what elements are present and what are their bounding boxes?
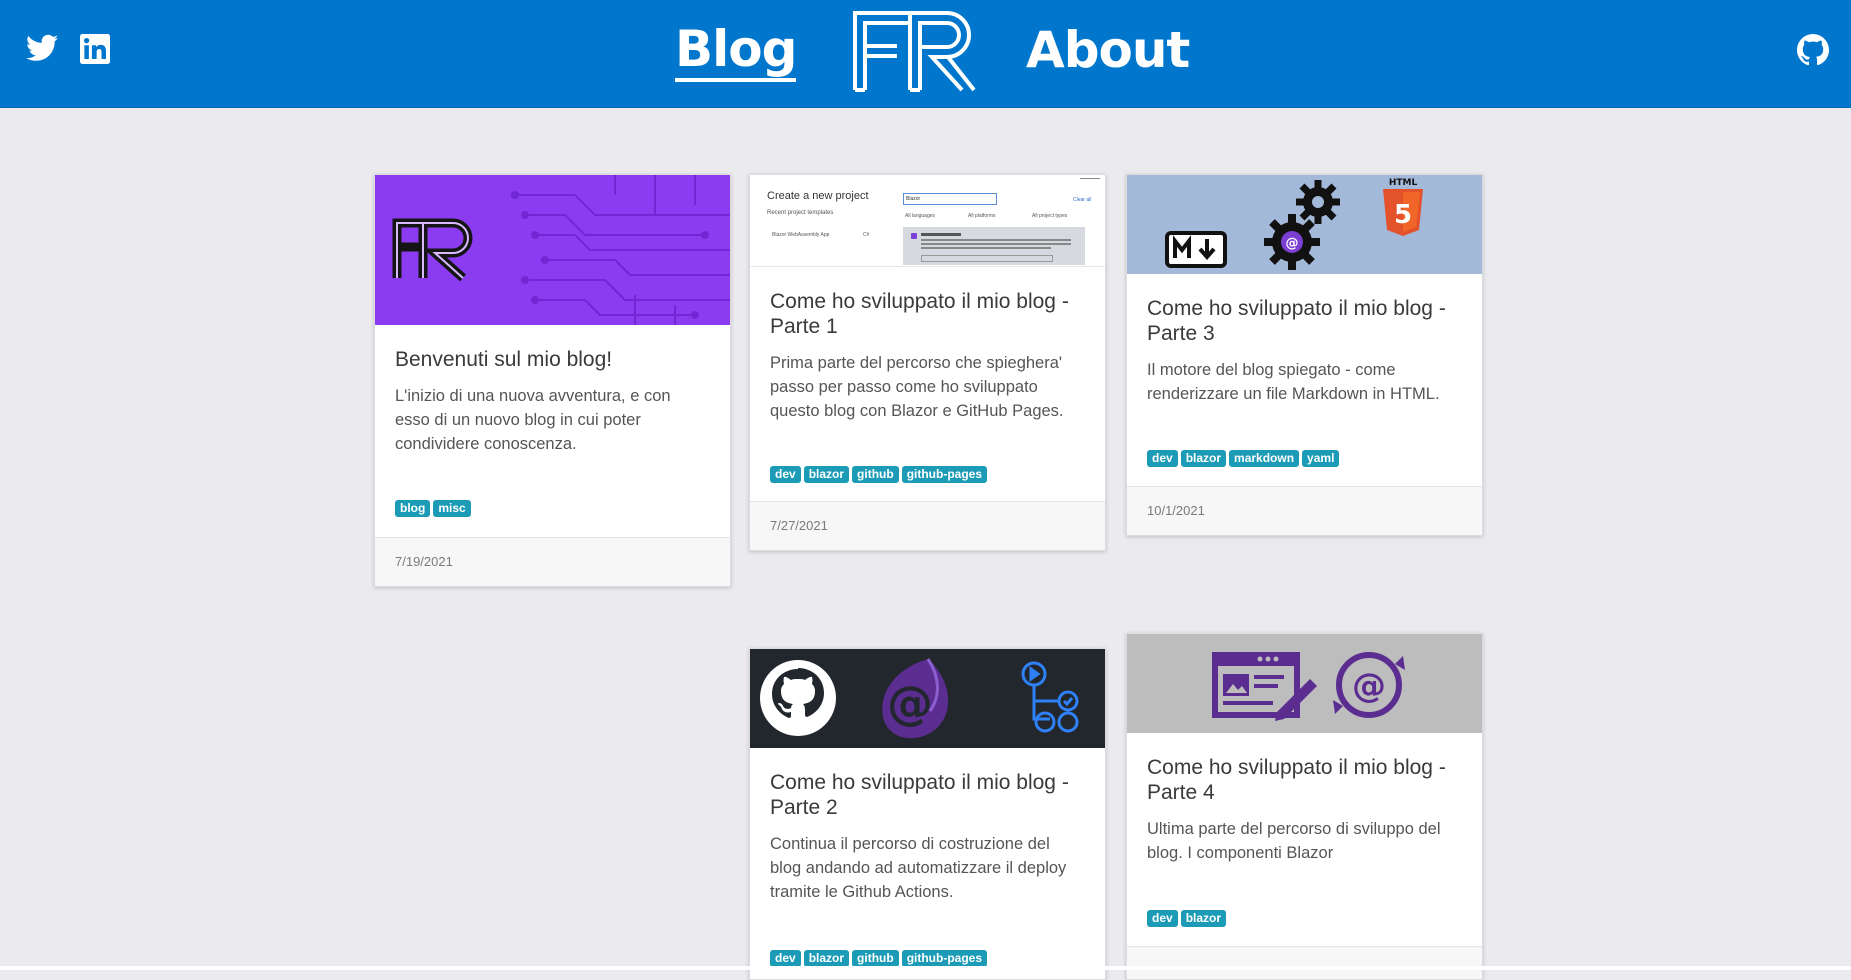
tag-badge[interactable]: github [852,950,899,967]
html5-icon: HTML 5 [1383,178,1423,236]
web-page-edit-icon [1212,652,1317,721]
twitter-icon [26,34,58,61]
tag-badge[interactable]: dev [1147,450,1178,467]
screenshot-heading: Create a new project [767,190,869,202]
tag-badge[interactable]: github-pages [901,466,988,483]
tag-badge[interactable]: misc [433,500,471,517]
svg-text:HTML: HTML [1389,178,1418,188]
blazor-refresh-icon: @ [1333,652,1405,718]
post-card[interactable]: @ Come ho sviluppato il mio blog - Parte… [1126,633,1483,980]
post-summary: Il motore del blog spiegato - come rende… [1147,361,1440,403]
post-footer: 7/27/2021 [750,501,1105,550]
tag-badge[interactable]: markdown [1229,450,1300,467]
post-image: @ [1127,634,1482,733]
tag-badge[interactable]: github-pages [901,950,988,967]
post-image: @ HTML 5 [1127,175,1482,274]
post-title[interactable]: Come ho sviluppato il mio blog - Parte 4 [1147,755,1462,805]
linkedin-icon [80,34,110,64]
post-footer [1127,946,1482,979]
post-date: 7/27/2021 [770,518,828,533]
svg-text:@: @ [1286,236,1299,251]
gear-icon: @ [1264,180,1340,270]
svg-text:5: 5 [1394,200,1412,230]
post-card[interactable]: Benvenuti sul mio blog! L'inizio di una … [374,174,731,587]
post-summary: L'inizio di una nuova avventura, e con e… [395,387,671,453]
post-tags: blog misc [395,497,474,517]
post-title[interactable]: Come ho sviluppato il mio blog - Parte 1 [770,289,1085,339]
site-logo[interactable] [852,10,977,96]
post-title[interactable]: Come ho sviluppato il mio blog - Parte 2 [770,770,1085,820]
tag-badge[interactable]: blazor [803,950,850,967]
top-navbar: Blog About [0,0,1851,108]
tag-badge[interactable]: dev [1147,910,1178,927]
post-tags: dev blazor github github-pages [770,947,990,967]
screenshot-lang: C# [863,232,870,238]
screenshot-recent: Recent project templates [767,210,834,216]
github-blazor-actions-image: @ [760,658,1079,739]
screenshot-selected-template [903,227,1085,265]
tag-badge[interactable]: dev [770,466,801,483]
tag-badge[interactable]: blazor [1180,910,1227,927]
tag-badge[interactable]: blog [395,500,431,517]
viewport-bottom-edge [0,966,1851,970]
post-image: Create a new project Recent project temp… [750,175,1105,267]
post-image: @ [750,649,1105,748]
post-summary: Prima parte del percorso che spieghera' … [770,354,1064,420]
github-actions-icon [1021,661,1079,733]
post-footer: 7/19/2021 [375,537,730,586]
post-summary: Ultima parte del percorso di sviluppo de… [1147,820,1441,862]
github-octocat-icon [760,660,836,736]
post-card[interactable]: Create a new project Recent project temp… [749,174,1106,551]
screenshot-filter: All languages [905,213,936,219]
fr-logo-icon [853,11,976,92]
svg-text:@: @ [887,676,933,730]
blazor-icon: @ [882,658,949,739]
post-tags: dev blazor markdown yaml [1147,447,1342,467]
tag-badge[interactable]: blazor [1180,450,1227,467]
tag-badge[interactable]: blazor [803,466,850,483]
nav-blog-link[interactable]: Blog [675,20,797,82]
post-tags: dev blazor github github-pages [770,463,990,483]
screenshot-template: Blazor WebAssembly App [772,232,830,238]
post-title[interactable]: Benvenuti sul mio blog! [395,347,710,372]
post-title[interactable]: Come ho sviluppato il mio blog - Parte 3 [1147,296,1462,346]
screenshot-filter: All project types [1032,213,1068,219]
post-footer: 10/1/2021 [1127,486,1482,535]
post-image [375,175,730,325]
linkedin-link[interactable] [80,34,110,64]
tag-badge[interactable]: github [852,466,899,483]
post-card[interactable]: @ HTML 5 Come ho sviluppato il mio blog … [1126,174,1483,536]
tag-badge[interactable]: dev [770,950,801,967]
circuit-pattern-image [392,175,730,325]
post-summary: Continua il percorso di costruzione del … [770,835,1067,901]
svg-text:@: @ [1352,666,1386,706]
screenshot-clear: Clear all [1073,197,1092,203]
browser-blazor-image: @ [1212,652,1405,721]
github-link[interactable] [1797,34,1829,70]
nav-about-link[interactable]: About [1026,20,1190,80]
post-tags: dev blazor [1147,907,1229,927]
screenshot-filter: All platforms [968,213,996,219]
post-card[interactable]: @ Come ho sviluppato il mio blog - Parte… [749,648,1106,980]
post-date: 7/19/2021 [395,554,453,569]
markdown-gears-html5-image: @ HTML 5 [1165,178,1423,270]
twitter-link[interactable] [26,34,58,62]
github-icon [1797,34,1829,66]
post-date: 10/1/2021 [1147,503,1205,518]
screenshot-search: Blazor [903,193,997,205]
tag-badge[interactable]: yaml [1302,450,1340,467]
